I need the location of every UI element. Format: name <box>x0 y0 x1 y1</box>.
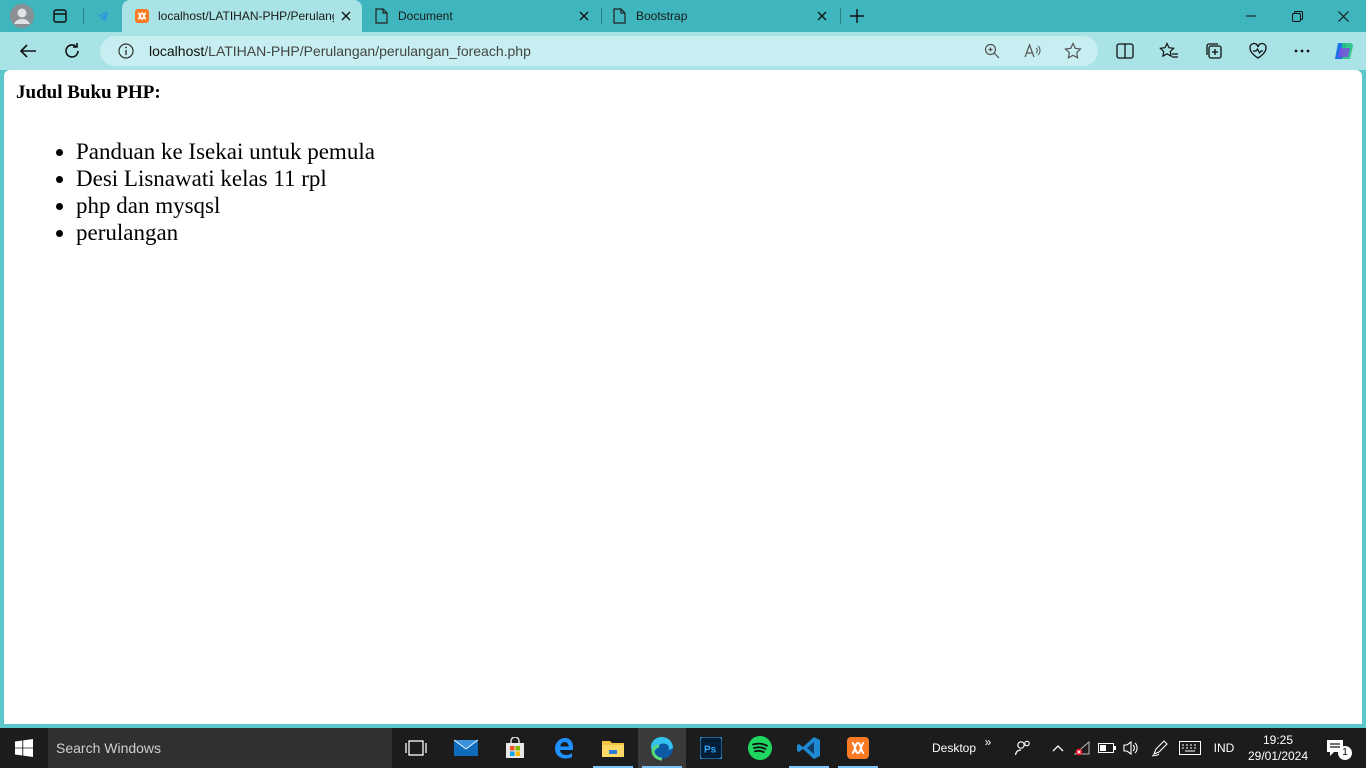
tab-separator <box>840 8 841 24</box>
photoshop-icon[interactable]: Ps <box>687 728 735 768</box>
close-tab-icon[interactable] <box>338 8 354 24</box>
zoom-icon[interactable] <box>984 43 1000 59</box>
mail-icon[interactable] <box>442 728 490 768</box>
xampp-taskbar-icon[interactable] <box>834 728 882 768</box>
minimize-icon[interactable] <box>1228 0 1274 32</box>
network-disconnected-icon[interactable] <box>1072 728 1094 768</box>
telegram-pinned-tab-icon[interactable] <box>88 4 118 28</box>
show-hidden-icons-chevron-icon[interactable] <box>1048 728 1068 768</box>
windows-taskbar: Search Windows Ps Desktop » IND 19:25 29… <box>0 728 1366 768</box>
more-options-icon[interactable] <box>1288 37 1316 65</box>
tab-strip: localhost/LATIHAN-PHP/Perulangan/perulan… <box>0 0 1366 32</box>
profile-avatar-icon[interactable] <box>8 4 36 28</box>
search-placeholder: Search Windows <box>56 740 162 756</box>
split-screen-icon[interactable] <box>1111 37 1139 65</box>
url-text: localhost/LATIHAN-PHP/Perulangan/perulan… <box>149 43 531 59</box>
tab-title: localhost/LATIHAN-PHP/Perulangan/perulan… <box>158 9 334 23</box>
input-language-label[interactable]: IND <box>1208 728 1240 768</box>
refresh-icon[interactable] <box>58 37 86 65</box>
close-tab-icon[interactable] <box>576 8 592 24</box>
favorites-icon[interactable] <box>1155 37 1183 65</box>
close-window-icon[interactable] <box>1320 0 1366 32</box>
edge-legacy-icon[interactable] <box>540 728 588 768</box>
page-heading: Judul Buku PHP: <box>16 82 161 103</box>
task-view-icon[interactable] <box>392 728 440 768</box>
clock-time: 19:25 <box>1262 733 1294 747</box>
site-info-icon[interactable] <box>118 43 134 59</box>
new-tab-icon[interactable] <box>843 4 871 28</box>
book-list: Panduan ke Isekai untuk pemula Desi Lisn… <box>16 138 375 246</box>
close-tab-icon[interactable] <box>814 8 830 24</box>
list-item: php dan mysqsl <box>76 192 375 219</box>
copilot-icon[interactable] <box>1330 37 1358 65</box>
pen-workspace-icon[interactable] <box>1148 728 1172 768</box>
browser-toolbar: localhost/LATIHAN-PHP/Perulangan/perulan… <box>0 32 1366 70</box>
xampp-icon <box>134 8 150 24</box>
list-item: Desi Lisnawati kelas 11 rpl <box>76 165 375 192</box>
tab-document[interactable]: Document <box>364 0 600 32</box>
page-icon <box>374 8 388 24</box>
list-item: perulangan <box>76 219 375 246</box>
tab-bootstrap[interactable]: Bootstrap <box>602 0 838 32</box>
favorite-star-icon[interactable] <box>1064 42 1082 60</box>
people-icon[interactable] <box>1010 728 1036 768</box>
microsoft-store-icon[interactable] <box>491 728 539 768</box>
restore-icon[interactable] <box>1274 0 1320 32</box>
vscode-icon[interactable] <box>785 728 833 768</box>
list-item: Panduan ke Isekai untuk pemula <box>76 138 375 165</box>
back-arrow-icon[interactable] <box>14 37 42 65</box>
page-viewport: Judul Buku PHP: Panduan ke Isekai untuk … <box>4 70 1362 724</box>
touch-keyboard-icon[interactable] <box>1176 728 1204 768</box>
clock-date: 29/01/2024 <box>1247 749 1309 763</box>
url-path: /LATIHAN-PHP/Perulangan/perulangan_forea… <box>204 43 531 59</box>
address-bar[interactable]: localhost/LATIHAN-PHP/Perulangan/perulan… <box>100 36 1098 66</box>
collections-icon[interactable] <box>1200 37 1228 65</box>
notification-count-badge: 1 <box>1338 746 1352 760</box>
tab-title: Document <box>398 9 453 23</box>
tab-localhost[interactable]: localhost/LATIHAN-PHP/Perulangan/perulan… <box>122 0 362 32</box>
file-explorer-icon[interactable] <box>589 728 637 768</box>
action-center-icon[interactable]: 1 <box>1318 728 1354 768</box>
page-content: Judul Buku PHP: Panduan ke Isekai untuk … <box>16 82 375 246</box>
url-host: localhost <box>149 43 205 59</box>
search-windows-box[interactable]: Search Windows <box>48 728 392 768</box>
battery-icon[interactable] <box>1096 728 1118 768</box>
spotify-icon[interactable] <box>736 728 784 768</box>
edge-browser-icon[interactable] <box>638 728 686 768</box>
svg-text:Ps: Ps <box>704 745 717 756</box>
read-aloud-icon[interactable] <box>1024 43 1042 59</box>
start-windows-icon[interactable] <box>0 728 48 768</box>
tab-title: Bootstrap <box>636 9 688 23</box>
browser-essentials-icon[interactable] <box>1244 37 1272 65</box>
tab-actions-icon[interactable] <box>46 4 74 28</box>
page-icon <box>612 8 626 24</box>
volume-icon[interactable] <box>1120 728 1142 768</box>
tab-separator <box>83 8 84 24</box>
desktop-toolbar-label[interactable]: Desktop <box>926 728 982 768</box>
clock[interactable]: 19:25 29/01/2024 <box>1244 728 1312 768</box>
toolbar-expand-icon[interactable]: » <box>982 722 994 762</box>
